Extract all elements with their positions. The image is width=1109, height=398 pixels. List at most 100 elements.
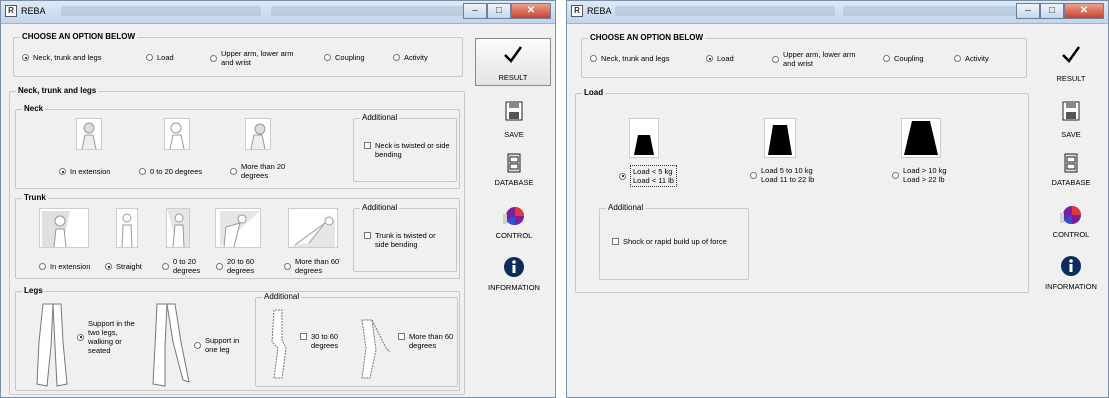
neck-additional-group: Additional Neck is twisted or side bendi… [353, 113, 457, 182]
neck-option-over-20[interactable]: More than 20 degrees [230, 162, 296, 180]
radio-selected[interactable] [77, 333, 84, 341]
trunk-option-extension[interactable]: In extension [39, 262, 90, 271]
filing-cabinet-icon [507, 153, 521, 175]
trunk-option-20-60[interactable]: 20 to 60 degrees [216, 257, 262, 275]
radio[interactable] [39, 263, 46, 270]
load-option-large[interactable]: Load > 10 kg Load > 22 lb [892, 166, 947, 184]
radio[interactable] [210, 54, 217, 62]
checkmark-icon [1061, 45, 1081, 65]
radio[interactable] [284, 262, 291, 270]
load-option-small[interactable]: Load < 5 kg Load < 11 lb [619, 165, 677, 187]
load-option-medium[interactable]: Load 5 to 10 kg Load 11 to 22 lb [750, 166, 814, 184]
checkbox[interactable] [364, 232, 371, 239]
radio-selected[interactable] [59, 168, 66, 175]
save-button[interactable]: SAVE [479, 97, 549, 141]
radio[interactable] [230, 167, 237, 175]
info-icon [503, 256, 525, 280]
option-load[interactable]: Load [706, 54, 734, 63]
load-medium-label: Load 5 to 10 kg Load 11 to 22 lb [761, 166, 815, 184]
radio[interactable] [883, 55, 890, 62]
radio-selected[interactable] [706, 55, 713, 62]
trunk-option-straight[interactable]: Straight [105, 262, 142, 271]
option-activity[interactable]: Activity [393, 53, 428, 62]
checkbox[interactable] [300, 333, 307, 340]
maximize-button[interactable]: □ [1040, 3, 1064, 19]
option-coupling[interactable]: Coupling [883, 54, 924, 63]
trunk-option-0-20[interactable]: 0 to 20 degrees [162, 257, 206, 275]
options-group: CHOOSE AN OPTION BELOW Neck, trunk and l… [581, 33, 1027, 78]
maximize-button[interactable]: □ [487, 3, 511, 19]
checkbox[interactable] [612, 238, 619, 245]
neck-over-20-image [245, 118, 271, 150]
radio[interactable] [590, 55, 597, 62]
radio-selected[interactable] [619, 172, 626, 180]
option-upper-arm[interactable]: Upper arm, lower arm and wrist [210, 49, 298, 67]
control-chart-icon [503, 206, 525, 228]
radio[interactable] [393, 54, 400, 61]
save-button[interactable]: SAVE [1037, 97, 1105, 141]
radio[interactable] [162, 262, 169, 270]
load-medium-image [764, 118, 796, 158]
close-button[interactable]: ✕ [511, 3, 551, 19]
minimize-button[interactable]: – [1016, 3, 1040, 19]
radio[interactable] [146, 54, 153, 61]
radio-selected[interactable] [105, 263, 112, 270]
app-icon: R [5, 5, 17, 17]
legs-option-one[interactable]: Support in one leg [194, 336, 242, 354]
knee-over-60-checkbox[interactable]: More than 60 degrees [398, 332, 456, 350]
information-button[interactable]: INFORMATION [479, 252, 549, 294]
radio[interactable] [750, 171, 757, 179]
load-large-label: Load > 10 kg Load > 22 lb [903, 166, 947, 184]
option-activity[interactable]: Activity [954, 54, 989, 63]
radio[interactable] [954, 55, 961, 62]
radio[interactable] [772, 55, 779, 63]
information-button[interactable]: INFORMATION [1037, 251, 1105, 293]
database-button[interactable]: DATABASE [479, 149, 549, 189]
result-button[interactable]: RESULT [475, 38, 551, 86]
load-small-image [629, 118, 659, 158]
neck-extension-image [76, 118, 102, 150]
radio[interactable] [892, 171, 899, 179]
neck-option-0-20[interactable]: 0 to 20 degrees [139, 167, 202, 176]
option-upper-arm[interactable]: Upper arm, lower arm and wrist [772, 50, 858, 68]
filing-cabinet-icon [1064, 153, 1078, 175]
info-icon [1060, 255, 1082, 279]
result-button[interactable]: RESULT [1037, 41, 1105, 85]
floppy-disk-icon [1062, 101, 1080, 123]
neck-label: Neck [22, 104, 46, 113]
neck-option-extension[interactable]: In extension [59, 167, 110, 176]
shock-force-checkbox[interactable]: Shock or rapid build up of force [612, 237, 744, 246]
trunk-option-over-60[interactable]: More than 60 degrees [284, 257, 348, 275]
option-neck-trunk-legs[interactable]: Neck, trunk and legs [590, 54, 669, 63]
checkbox[interactable] [364, 142, 371, 149]
options-group-label: CHOOSE AN OPTION BELOW [20, 32, 138, 41]
right-titlebar: R REBA – □ ✕ [567, 1, 1108, 24]
neck-twisted-checkbox[interactable]: Neck is twisted or side bending [364, 141, 450, 159]
minimize-button[interactable]: – [463, 3, 487, 19]
knee-30-60-checkbox[interactable]: 30 to 60 degrees [300, 332, 350, 350]
radio[interactable] [139, 168, 146, 175]
legs-option-two[interactable]: Support in the two legs, walking or seat… [77, 319, 139, 355]
window-title: REBA [21, 6, 46, 16]
control-button[interactable]: CONTROL [479, 202, 549, 242]
app-icon: R [571, 5, 583, 17]
checkbox[interactable] [398, 333, 405, 340]
close-button[interactable]: ✕ [1064, 3, 1104, 19]
trunk-twisted-checkbox[interactable]: Trunk is twisted or side bending [364, 231, 450, 249]
database-button[interactable]: DATABASE [1037, 149, 1105, 189]
radio[interactable] [194, 341, 201, 349]
load-additional-label: Additional [606, 203, 646, 212]
trunk-over-60-image [288, 208, 338, 248]
blurred-toolbar [271, 6, 471, 16]
legs-two-image [31, 302, 75, 388]
option-coupling[interactable]: Coupling [324, 53, 365, 62]
control-button[interactable]: CONTROL [1037, 201, 1105, 241]
radio[interactable] [216, 262, 223, 270]
option-load[interactable]: Load [146, 53, 174, 62]
legs-label: Legs [22, 286, 45, 295]
blurred-toolbar [61, 6, 261, 16]
radio[interactable] [324, 54, 331, 61]
load-large-image [901, 118, 941, 158]
option-neck-trunk-legs[interactable]: Neck, trunk and legs [22, 53, 101, 62]
radio-selected[interactable] [22, 54, 29, 61]
